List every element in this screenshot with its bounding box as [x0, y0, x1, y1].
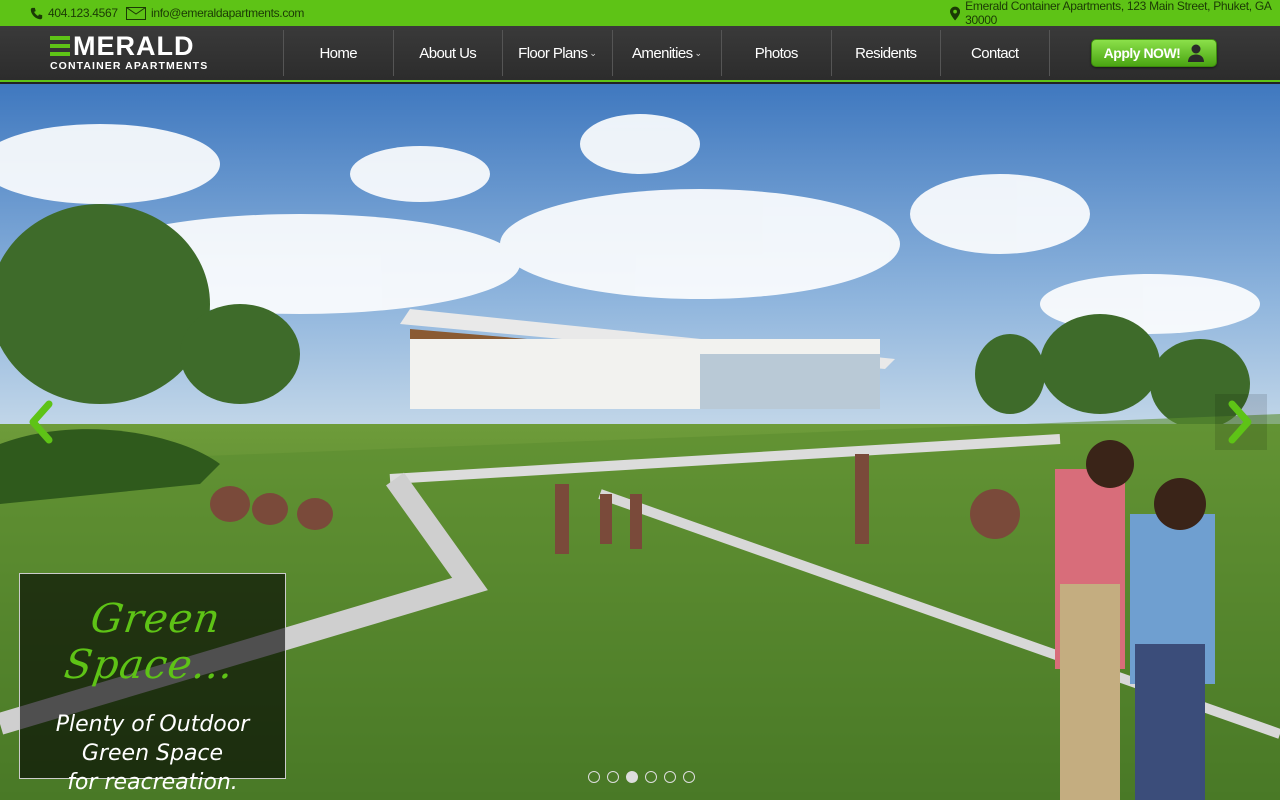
caption-line: for reacreation.: [67, 770, 238, 795]
prev-slide-arrow[interactable]: [14, 394, 66, 450]
contact-bar: 404.123.4567 info@emeraldapartments.com …: [0, 0, 1280, 27]
slide-dot[interactable]: [683, 771, 695, 783]
email-address: info@emeraldapartments.com: [151, 6, 305, 20]
logo-e-mark: [50, 36, 70, 56]
nav-item-label: Amenities: [632, 44, 693, 62]
nav-item-label: Residents: [855, 44, 917, 62]
address-text: Emerald Container Apartments, 123 Main S…: [965, 0, 1271, 27]
nav-menu: Home About Us Floor Plans ⌄ Amenities ⌄ Ph…: [283, 30, 1050, 76]
nav-item-label: Home: [319, 44, 358, 62]
hero-slider: Green Space... Plenty of Outdoor Green S…: [0, 84, 1280, 800]
phone-link[interactable]: 404.123.4567: [30, 0, 118, 26]
nav-item-label: Contact: [971, 44, 1019, 62]
chevron-down-icon: ⌄: [589, 47, 597, 58]
slide-dot[interactable]: [607, 771, 619, 783]
slide-dot[interactable]: [645, 771, 657, 783]
envelope-icon: [126, 6, 146, 20]
logo-subtitle: CONTAINER APARTMENTS: [50, 60, 209, 72]
nav-item-contact[interactable]: Contact: [940, 30, 1050, 76]
logo-wordmark: MERALD: [50, 31, 242, 61]
user-icon: [1188, 44, 1205, 62]
nav-item-photos[interactable]: Photos: [721, 30, 831, 76]
nav-item-label: Photos: [754, 44, 799, 62]
apply-now-button[interactable]: Apply NOW!: [1091, 39, 1217, 67]
nav-item-label: About Us: [419, 44, 477, 62]
slide-dot[interactable]: [664, 771, 676, 783]
nav-item-residents[interactable]: Residents: [830, 30, 941, 76]
nav-item-home[interactable]: Home: [283, 30, 393, 76]
slide-dot[interactable]: [588, 771, 600, 783]
nav-item-amenities[interactable]: Amenities ⌄: [611, 30, 722, 76]
apply-now-label: Apply NOW!: [1103, 45, 1181, 61]
email-link[interactable]: info@emeraldapartments.com: [126, 0, 304, 26]
nav-item-floor-plans[interactable]: Floor Plans ⌄: [502, 30, 612, 76]
slide-caption: Green Space... Plenty of Outdoor Green S…: [19, 573, 286, 795]
map-pin-icon: [950, 6, 961, 20]
logo-word: MERALD: [73, 31, 195, 61]
slide-pagination: [588, 771, 695, 783]
chevron-right-icon: [1228, 400, 1252, 444]
nav-item-label: Floor Plans: [518, 44, 588, 62]
phone-icon: [30, 7, 43, 19]
caption-line: Green Space: [81, 741, 224, 766]
caption-title: Green Space...: [61, 596, 238, 688]
address-link[interactable]: Emerald Container Apartments, 123 Main S…: [950, 0, 1280, 27]
caption-body: Plenty of Outdoor Green Space for reacre…: [20, 710, 285, 797]
main-navbar: MERALD CONTAINER APARTMENTS Home About U…: [0, 26, 1280, 82]
logo[interactable]: MERALD CONTAINER APARTMENTS: [50, 31, 242, 74]
slide-dot[interactable]: [626, 771, 638, 783]
next-slide-arrow[interactable]: [1215, 394, 1267, 450]
chevron-left-icon: [29, 400, 53, 444]
nav-item-about-us[interactable]: About Us: [392, 30, 503, 76]
caption-line: Plenty of Outdoor: [55, 712, 250, 737]
phone-number: 404.123.4567: [48, 6, 118, 20]
chevron-down-icon: ⌄: [694, 47, 703, 58]
